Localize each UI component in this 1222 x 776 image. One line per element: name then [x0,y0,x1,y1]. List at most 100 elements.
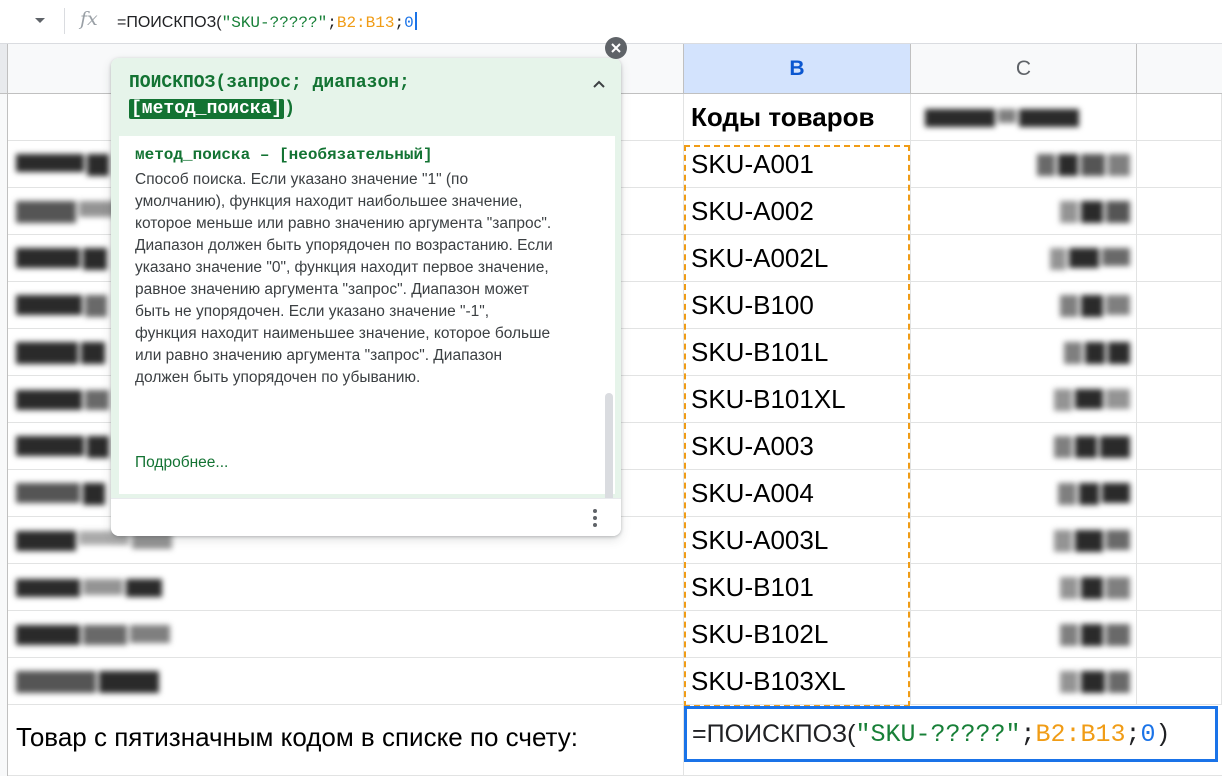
cell-d[interactable] [1137,470,1222,517]
cell-a[interactable] [8,658,684,705]
redacted-text [16,247,107,270]
redacted-number [1037,153,1130,176]
cell-b[interactable]: SKU-A001 [684,141,911,188]
redacted-number [1054,388,1130,411]
formula-arg-string: "SKU-?????" [855,719,1021,749]
redacted-number [1060,576,1130,599]
cell-b[interactable]: SKU-A003L [684,517,911,564]
cell-b[interactable]: SKU-A002L [684,235,911,282]
formula-arg-range: B2:B13 [1035,719,1126,749]
cell-c[interactable] [911,658,1137,705]
function-signature: ПОИСКПОЗ(запрос; диапазон; [метод_поиска]… [129,70,579,122]
chevron-up-icon[interactable] [589,74,609,94]
redacted-number [1054,435,1130,458]
formula-input[interactable]: =ПОИСКПОЗ("SKU-?????";B2:B13;0 [117,12,417,32]
formula-arg-number: 0 [404,14,414,32]
learn-more-link[interactable]: Подробнее... [135,454,228,472]
cell-c[interactable] [911,141,1137,188]
redacted-number [1064,341,1130,364]
cell-c[interactable] [911,376,1137,423]
formula-arg-range: B2:B13 [336,14,395,32]
cell-b[interactable]: SKU-A003 [684,423,911,470]
redacted-number [1050,247,1130,270]
cell-b[interactable]: SKU-A004 [684,470,911,517]
help-footer [111,498,621,536]
table-row: SKU-B102L [8,611,1222,658]
signature-func: ПОИСКПОЗ(запрос; диапазон; [129,73,410,93]
cell-a14-label: Товар с пятизначным кодом в списке по сч… [16,722,578,752]
cell-c[interactable] [911,470,1137,517]
signature-active-param: [метод_поиска] [129,99,285,119]
cell-b[interactable]: SKU-B103XL [684,658,911,705]
param-title: метод_поиска – [необязательный] [135,146,433,164]
formula-func: =ПОИСКПОЗ( [692,719,856,748]
cell-d[interactable] [1137,658,1222,705]
chevron-down-icon[interactable] [30,10,50,30]
redacted-text [16,200,119,223]
cell-b[interactable]: SKU-B100 [684,282,911,329]
redacted-number [1060,670,1130,693]
cell-d[interactable] [1137,188,1222,235]
redacted-text [16,578,162,597]
redacted-text [16,435,109,458]
cell-a[interactable] [8,564,684,611]
cell-d[interactable] [1137,235,1222,282]
more-vert-icon[interactable] [587,507,603,529]
cell-d1[interactable] [1137,94,1222,141]
active-cell-editor[interactable]: =ПОИСКПОЗ("SKU-?????"; B2:B13; 0) [684,706,1218,762]
redacted-text [16,294,107,317]
cell-c[interactable] [911,329,1137,376]
cell-b[interactable]: SKU-B102L [684,611,911,658]
cell-d[interactable] [1137,611,1222,658]
cell-c[interactable] [911,564,1137,611]
redacted-number [1060,294,1130,317]
cell-c1[interactable] [911,94,1137,141]
cell-c[interactable] [911,611,1137,658]
formula-separator: ; [327,14,337,32]
column-header-c[interactable]: C [911,44,1137,94]
cell-d[interactable] [1137,329,1222,376]
cell-d[interactable] [1137,376,1222,423]
redacted-number [1054,529,1130,552]
cell-d[interactable] [1137,141,1222,188]
fx-icon: fx [80,8,98,30]
cell-d[interactable] [1137,423,1222,470]
cell-b[interactable]: SKU-A002 [684,188,911,235]
cell-c[interactable] [911,282,1137,329]
redacted-text [16,482,105,505]
formula-separator: ; [1020,719,1036,749]
column-header-d[interactable] [1137,44,1222,94]
text-caret [414,12,417,30]
row-headers[interactable] [0,94,8,776]
redacted-text [16,624,170,645]
formula-func: =ПОИСКПОЗ( [117,14,222,31]
cell-c[interactable] [911,235,1137,282]
formula-arg-number: 0 [1140,719,1156,749]
cell-c[interactable] [911,188,1137,235]
function-help-popup: ПОИСКПОЗ(запрос; диапазон; [метод_поиска]… [111,58,621,536]
cell-d[interactable] [1137,517,1222,564]
signature-close: ) [284,99,296,119]
column-header-b[interactable]: B [684,44,911,94]
cell-b1[interactable]: Коды товаров [684,94,911,141]
grid-corner[interactable] [0,44,8,94]
cell-b[interactable]: SKU-B101XL [684,376,911,423]
redacted-number [1058,482,1130,505]
redacted-number [1060,200,1130,223]
formula-bar-divider [64,8,65,34]
redacted-text [16,670,159,693]
cell-b[interactable]: SKU-B101L [684,329,911,376]
close-icon[interactable] [605,37,627,59]
cell-d[interactable] [1137,564,1222,611]
formula-separator: ; [1125,719,1141,749]
cell-b[interactable]: SKU-B101 [684,564,911,611]
table-row: SKU-B103XL [8,658,1222,705]
cell-c[interactable] [911,423,1137,470]
cell-c[interactable] [911,517,1137,564]
help-body: метод_поиска – [необязательный] Способ п… [119,136,615,536]
formula-separator: ; [394,14,405,32]
cell-a[interactable] [8,611,684,658]
table-row: SKU-B101 [8,564,1222,611]
cell-d[interactable] [1137,282,1222,329]
param-description: Способ поиска. Если указано значение "1"… [135,171,553,386]
